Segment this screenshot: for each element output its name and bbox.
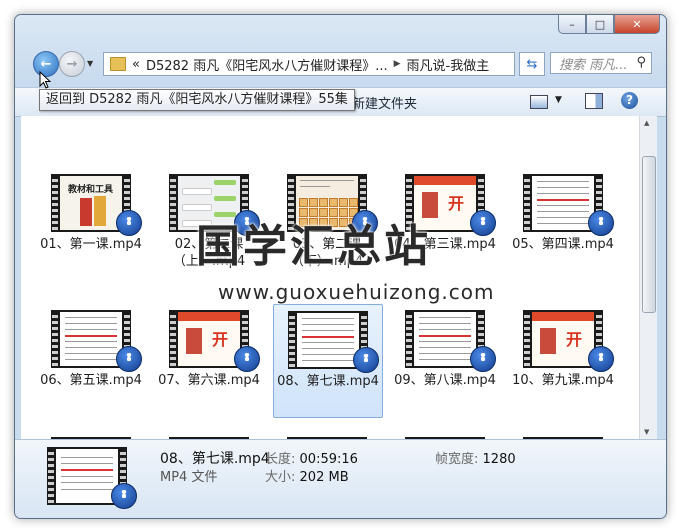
file-item[interactable] bbox=[37, 431, 145, 439]
size-label: 大小: bbox=[265, 470, 296, 485]
media-player-icon bbox=[588, 210, 614, 236]
file-item[interactable]: 开 07、第六课.mp4 bbox=[155, 304, 263, 416]
details-file-type: MP4 文件 bbox=[160, 470, 218, 485]
refresh-button[interactable]: ⇆ bbox=[519, 52, 545, 76]
recent-pages-dropdown[interactable]: ▼ bbox=[87, 59, 93, 68]
preview-pane-icon[interactable] bbox=[585, 93, 603, 109]
file-item[interactable] bbox=[509, 431, 617, 439]
scroll-down-icon[interactable]: ▼ bbox=[644, 428, 649, 436]
address-bar[interactable]: « D5282 雨凡《阳宅风水八方催财课程》... ▶ 雨凡说-我做主 bbox=[103, 52, 515, 76]
back-arrow-icon: ← bbox=[40, 56, 52, 72]
details-pane: 08、第七课.mp4 MP4 文件 长度: 00:59:16 大小: 202 M… bbox=[15, 439, 666, 518]
file-name: 06、第五课.mp4 bbox=[40, 373, 142, 388]
file-name: 09、第八课.mp4 bbox=[394, 373, 496, 388]
change-view-icon[interactable] bbox=[530, 95, 548, 109]
vertical-scrollbar[interactable]: ▲ ▼ bbox=[639, 116, 657, 439]
frame-width-label: 帧宽度: bbox=[435, 452, 479, 467]
media-player-icon bbox=[116, 346, 142, 372]
breadcrumb-overflow[interactable]: « bbox=[132, 57, 140, 72]
mouse-cursor-icon bbox=[39, 71, 51, 89]
breadcrumb-separator-icon[interactable]: ▶ bbox=[394, 59, 401, 69]
length-label: 长度: bbox=[265, 452, 296, 467]
watermark-url: www.guoxuehuizong.com bbox=[218, 280, 495, 304]
window-controls: – □ ✕ bbox=[558, 15, 660, 34]
file-name: 01、第一课.mp4 bbox=[40, 237, 142, 252]
file-item[interactable]: 09、第八课.mp4 bbox=[391, 304, 499, 416]
file-item[interactable] bbox=[273, 431, 381, 439]
media-player-icon bbox=[470, 210, 496, 236]
media-player-icon bbox=[353, 347, 379, 373]
file-item[interactable]: 05、第四课.mp4 bbox=[509, 168, 617, 280]
details-frame-width: 帧宽度: 1280 bbox=[435, 448, 516, 467]
file-item[interactable]: 开 10、第九课.mp4 bbox=[509, 304, 617, 416]
file-item[interactable] bbox=[155, 431, 263, 439]
breadcrumb-parent[interactable]: D5282 雨凡《阳宅风水八方催财课程》... bbox=[146, 55, 388, 74]
view-options-dropdown[interactable]: ▼ bbox=[555, 95, 562, 105]
file-list: 教材和工具 01、第一课.mp4 02、第二课（上）.mp4 03、第二课（下）.mp… bbox=[21, 116, 639, 439]
scroll-up-icon[interactable]: ▲ bbox=[644, 119, 649, 127]
media-player-icon bbox=[234, 346, 260, 372]
media-player-icon bbox=[116, 210, 142, 236]
search-input[interactable]: 搜索 雨凡... ⚲ bbox=[550, 52, 652, 74]
watermark-text: 国学汇总站 bbox=[196, 221, 431, 272]
back-tooltip: 返回到 D5282 雨凡《阳宅风水八方催财课程》55集 bbox=[39, 89, 355, 111]
file-item[interactable]: 06、第五课.mp4 bbox=[37, 304, 145, 416]
file-name: 10、第九课.mp4 bbox=[512, 373, 614, 388]
media-player-icon bbox=[111, 483, 137, 509]
media-player-icon bbox=[470, 346, 496, 372]
search-icon[interactable]: ⚲ bbox=[636, 55, 646, 70]
forward-button[interactable]: → bbox=[59, 51, 85, 77]
refresh-icon: ⇆ bbox=[526, 56, 538, 72]
maximize-button[interactable]: □ bbox=[586, 15, 614, 34]
close-button[interactable]: ✕ bbox=[614, 15, 660, 34]
file-item[interactable]: 08、第七课.mp4 bbox=[273, 304, 383, 418]
media-player-icon bbox=[588, 346, 614, 372]
scroll-thumb[interactable] bbox=[642, 156, 656, 313]
help-icon[interactable]: ? bbox=[621, 92, 638, 109]
navigation-bar: ← → ▼ « D5282 雨凡《阳宅风水八方催财课程》... ▶ 雨凡说-我做… bbox=[23, 49, 658, 79]
details-size: 大小: 202 MB bbox=[265, 466, 349, 485]
new-folder-button[interactable]: 新建文件夹 bbox=[352, 93, 417, 112]
file-name: 08、第七课.mp4 bbox=[277, 374, 379, 389]
search-placeholder: 搜索 雨凡... bbox=[559, 57, 628, 73]
length-value: 00:59:16 bbox=[299, 452, 358, 467]
file-item[interactable]: 教材和工具 01、第一课.mp4 bbox=[37, 168, 145, 280]
file-name: 05、第四课.mp4 bbox=[512, 237, 614, 252]
breadcrumb-current[interactable]: 雨凡说-我做主 bbox=[407, 55, 490, 74]
file-name: 07、第六课.mp4 bbox=[158, 373, 260, 388]
file-item[interactable] bbox=[391, 431, 499, 439]
folder-icon bbox=[110, 57, 126, 71]
forward-arrow-icon: → bbox=[66, 56, 78, 72]
details-thumbnail bbox=[47, 447, 137, 509]
size-value: 202 MB bbox=[299, 470, 349, 485]
minimize-button[interactable]: – bbox=[558, 15, 586, 34]
details-length: 长度: 00:59:16 bbox=[265, 448, 358, 467]
details-file-name: 08、第七课.mp4 bbox=[160, 451, 270, 467]
frame-width-value: 1280 bbox=[482, 452, 516, 467]
